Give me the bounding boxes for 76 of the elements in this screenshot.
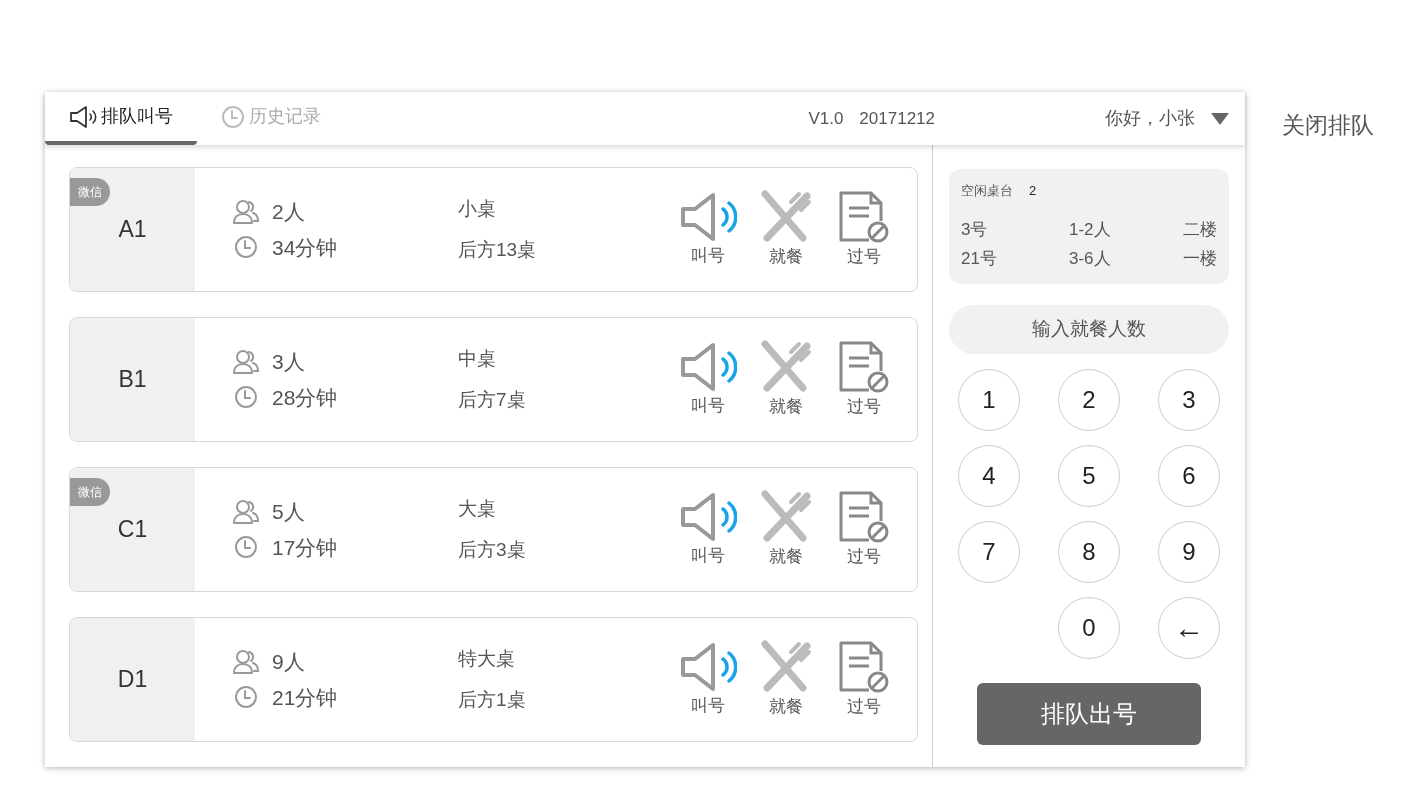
tab[interactable]: 排队叫号	[45, 92, 197, 145]
knife-fork-icon	[759, 489, 813, 544]
speaker-icon	[679, 190, 737, 243]
table-size: 特大桌	[458, 647, 516, 671]
free-tables-count: 2	[1029, 182, 1037, 200]
speaker-icon	[679, 640, 737, 693]
action-button[interactable]: 过号	[834, 639, 894, 720]
party-size: 3人	[272, 349, 305, 375]
knife-fork-icon	[759, 639, 813, 694]
caret-icon	[1211, 112, 1229, 125]
queue-position: 后方1桌	[458, 687, 527, 712]
queue-position: 后方3桌	[458, 537, 527, 562]
knife-fork-icon	[759, 339, 813, 394]
queue-card[interactable]: B1 3人 28分钟 中桌 后方7桌 叫号 就餐 过号	[69, 317, 918, 442]
party-size: 9人	[272, 649, 305, 675]
queue-card[interactable]: C1 微信 5人 17分钟 大桌 后方3桌 叫号 就餐 过号	[69, 467, 918, 592]
clock-icon	[234, 385, 258, 410]
user-menu[interactable]: 你好，小张	[1105, 105, 1229, 132]
table-size: 中桌	[458, 347, 497, 371]
party-size: 5人	[272, 499, 305, 525]
people-icon	[232, 198, 260, 225]
action-button[interactable]: 叫号	[678, 640, 738, 719]
document-ban-icon	[837, 489, 891, 544]
wechat-tag: 微信	[70, 478, 110, 506]
action-button[interactable]: 就餐	[756, 489, 816, 570]
document-ban-icon	[837, 339, 891, 394]
table-capacity: 3-6人	[1069, 248, 1112, 270]
queue-position: 后方13桌	[458, 237, 538, 262]
table-floor: 一楼	[1183, 248, 1217, 270]
action-button[interactable]: 叫号	[678, 190, 738, 269]
wait-time: 28分钟	[272, 384, 338, 411]
document-ban-icon	[837, 639, 891, 694]
wait-time: 21分钟	[272, 684, 338, 711]
wait-time: 17分钟	[272, 534, 338, 561]
action-button[interactable]: 过号	[834, 189, 894, 270]
party-size-field[interactable]: 输入就餐人数	[949, 304, 1229, 354]
ticket-number: C1	[117, 515, 148, 545]
knife-fork-icon	[759, 189, 813, 244]
clock-icon	[221, 104, 245, 129]
people-icon	[232, 498, 260, 525]
table-capacity: 1-2人	[1069, 218, 1112, 241]
queue-card[interactable]: D1 9人 21分钟 特大桌 后方1桌 叫号 就餐 过号	[69, 617, 918, 742]
free-tables-label: 空闲桌台	[961, 182, 1013, 200]
action-button[interactable]: 过号	[834, 339, 894, 420]
clock-icon	[234, 685, 258, 710]
queue-card[interactable]: A1 微信 2人 34分钟 小桌 后方13桌 叫号 就餐 过号	[69, 167, 918, 292]
action-button[interactable]: 叫号	[678, 490, 738, 569]
action-button[interactable]: 过号	[834, 489, 894, 570]
people-icon	[232, 648, 260, 675]
table-size: 大桌	[458, 497, 497, 521]
action-button[interactable]: 就餐	[756, 639, 816, 720]
wechat-tag: 微信	[70, 178, 110, 206]
speaker-icon	[69, 104, 97, 129]
ticket-number: D1	[117, 665, 148, 695]
ticket-number: B1	[118, 365, 147, 395]
close-queue-link[interactable]: 关闭排队	[1282, 108, 1374, 143]
build-date-text: 20171212	[859, 107, 935, 130]
action-button[interactable]: 就餐	[756, 339, 816, 420]
action-button[interactable]: 就餐	[756, 189, 816, 270]
action-button[interactable]: 叫号	[678, 340, 738, 419]
wait-time: 34分钟	[272, 234, 338, 261]
table-size: 小桌	[458, 197, 497, 221]
table-floor: 二楼	[1183, 218, 1217, 241]
table-number: 3号	[961, 218, 989, 241]
speaker-icon	[679, 340, 737, 393]
clock-icon	[234, 235, 258, 260]
ticket-number: A1	[118, 215, 147, 245]
speaker-icon	[679, 490, 737, 543]
document-ban-icon	[837, 189, 891, 244]
issue-ticket-button[interactable]: 排队出号	[977, 682, 1201, 745]
queue-position: 后方7桌	[458, 387, 527, 412]
people-icon	[232, 348, 260, 375]
table-number: 21号	[961, 248, 998, 270]
version-text: V1.0	[808, 107, 844, 130]
clock-icon	[234, 535, 258, 560]
party-size: 2人	[272, 199, 305, 225]
